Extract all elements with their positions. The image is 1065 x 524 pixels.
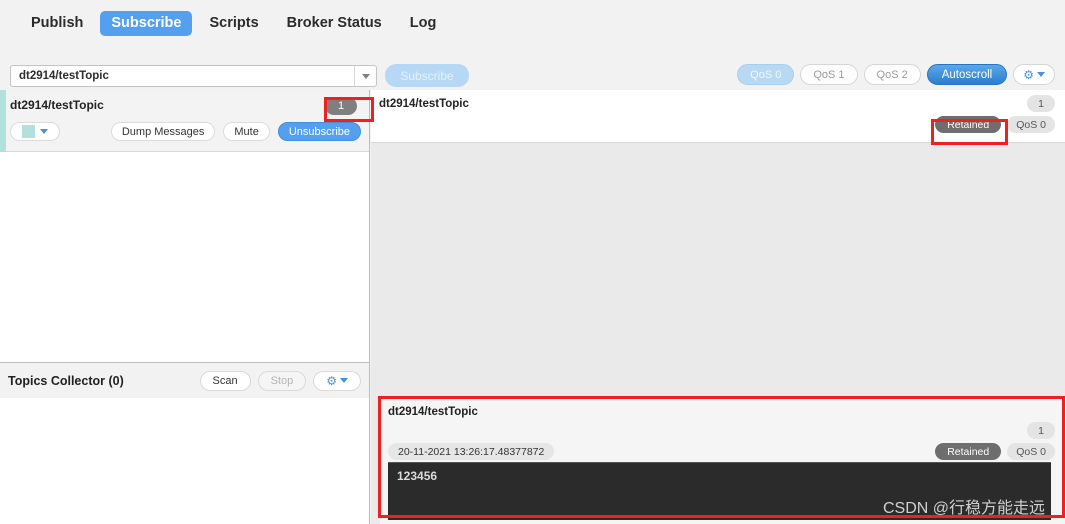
subscribe-button[interactable]: Subscribe: [385, 64, 469, 87]
message-flags: Retained QoS 0: [935, 116, 1055, 133]
message-count-badge: 1: [1027, 95, 1055, 112]
topic-input[interactable]: dt2914/testTopic: [11, 70, 354, 82]
color-swatch-icon: [22, 125, 35, 138]
dump-messages-button[interactable]: Dump Messages: [111, 122, 216, 141]
message-list-item[interactable]: dt2914/testTopic 1 Retained QoS 0: [371, 90, 1065, 143]
qos-badge: QoS 0: [1007, 116, 1055, 133]
qos-0-button[interactable]: QoS 0: [737, 64, 794, 85]
collector-options-button[interactable]: ⚙: [313, 371, 361, 391]
tab-subscribe[interactable]: Subscribe: [100, 11, 192, 37]
topics-collector-label: Topics Collector (0): [8, 374, 124, 388]
main-tabbar: Publish Subscribe Scripts Broker Status …: [0, 0, 1065, 47]
subscriptions-list-area: [0, 153, 369, 362]
gear-icon: ⚙: [1023, 69, 1034, 81]
detail-count-badge: 1: [1027, 422, 1055, 439]
autoscroll-toggle[interactable]: Autoscroll: [927, 64, 1008, 85]
stop-button[interactable]: Stop: [258, 371, 307, 391]
topic-combobox[interactable]: dt2914/testTopic: [10, 65, 377, 87]
qos-2-button[interactable]: QoS 2: [864, 64, 921, 85]
message-payload-view[interactable]: 123456 CSDN @行稳方能走远: [388, 462, 1051, 520]
payload-text: 123456: [397, 469, 437, 483]
chevron-down-icon: [1037, 72, 1045, 77]
subscription-actions: Dump Messages Mute Unsubscribe: [10, 122, 361, 141]
subscription-count-wrap: 1: [325, 97, 357, 115]
gear-icon: ⚙: [326, 375, 337, 387]
tab-publish[interactable]: Publish: [20, 11, 94, 37]
message-topic-label: dt2914/testTopic: [379, 98, 469, 110]
message-detail-panel: dt2914/testTopic 1 20-11-2021 13:26:17.4…: [380, 397, 1065, 524]
messages-panel: dt2914/testTopic 1 Retained QoS 0 dt2914…: [371, 90, 1065, 524]
chevron-down-icon: [340, 378, 348, 383]
detail-timestamp: 20-11-2021 13:26:17.48377872: [388, 443, 554, 460]
topics-collector-list: [0, 398, 369, 524]
subscription-color-picker[interactable]: [10, 122, 60, 141]
subscription-message-count: 1: [325, 97, 357, 115]
detail-qos-badge: QoS 0: [1007, 443, 1055, 460]
chevron-down-icon: [40, 129, 48, 134]
qos-1-button[interactable]: QoS 1: [800, 64, 857, 85]
detail-retained-badge: Retained: [935, 443, 1001, 460]
mute-button[interactable]: Mute: [223, 122, 269, 141]
subscribe-options-button[interactable]: ⚙: [1013, 64, 1055, 85]
mqtt-client-window: Publish Subscribe Scripts Broker Status …: [0, 0, 1065, 524]
watermark-text: CSDN @行稳方能走远: [883, 494, 1045, 518]
detail-flags: Retained QoS 0: [935, 443, 1055, 460]
topic-dropdown-button[interactable]: [354, 66, 376, 86]
subscriptions-panel: dt2914/testTopic 1 Dump Messages Mute Un…: [0, 90, 370, 524]
subscription-color-stripe: [0, 90, 6, 152]
detail-count-wrap: 1: [1027, 422, 1055, 439]
chevron-down-icon: [362, 74, 370, 79]
detail-topic-label: dt2914/testTopic: [388, 406, 478, 418]
message-count-wrap: 1: [1027, 95, 1055, 112]
toolbar-right-group: QoS 0 QoS 1 QoS 2 Autoscroll ⚙: [737, 64, 1055, 85]
subscribe-toolbar: dt2914/testTopic Subscribe QoS 0 QoS 1 Q…: [0, 47, 1065, 90]
subscription-topic-label: dt2914/testTopic: [10, 98, 104, 112]
subscription-item[interactable]: dt2914/testTopic 1 Dump Messages Mute Un…: [0, 90, 369, 152]
tab-scripts[interactable]: Scripts: [198, 11, 269, 37]
unsubscribe-button[interactable]: Unsubscribe: [278, 122, 361, 141]
topics-collector-bar: Topics Collector (0) Scan Stop ⚙: [0, 362, 369, 398]
tab-broker-status[interactable]: Broker Status: [276, 11, 393, 37]
scan-button[interactable]: Scan: [200, 371, 251, 391]
tab-log[interactable]: Log: [399, 11, 448, 37]
retained-badge: Retained: [935, 116, 1001, 133]
message-list-area: [371, 144, 1065, 395]
